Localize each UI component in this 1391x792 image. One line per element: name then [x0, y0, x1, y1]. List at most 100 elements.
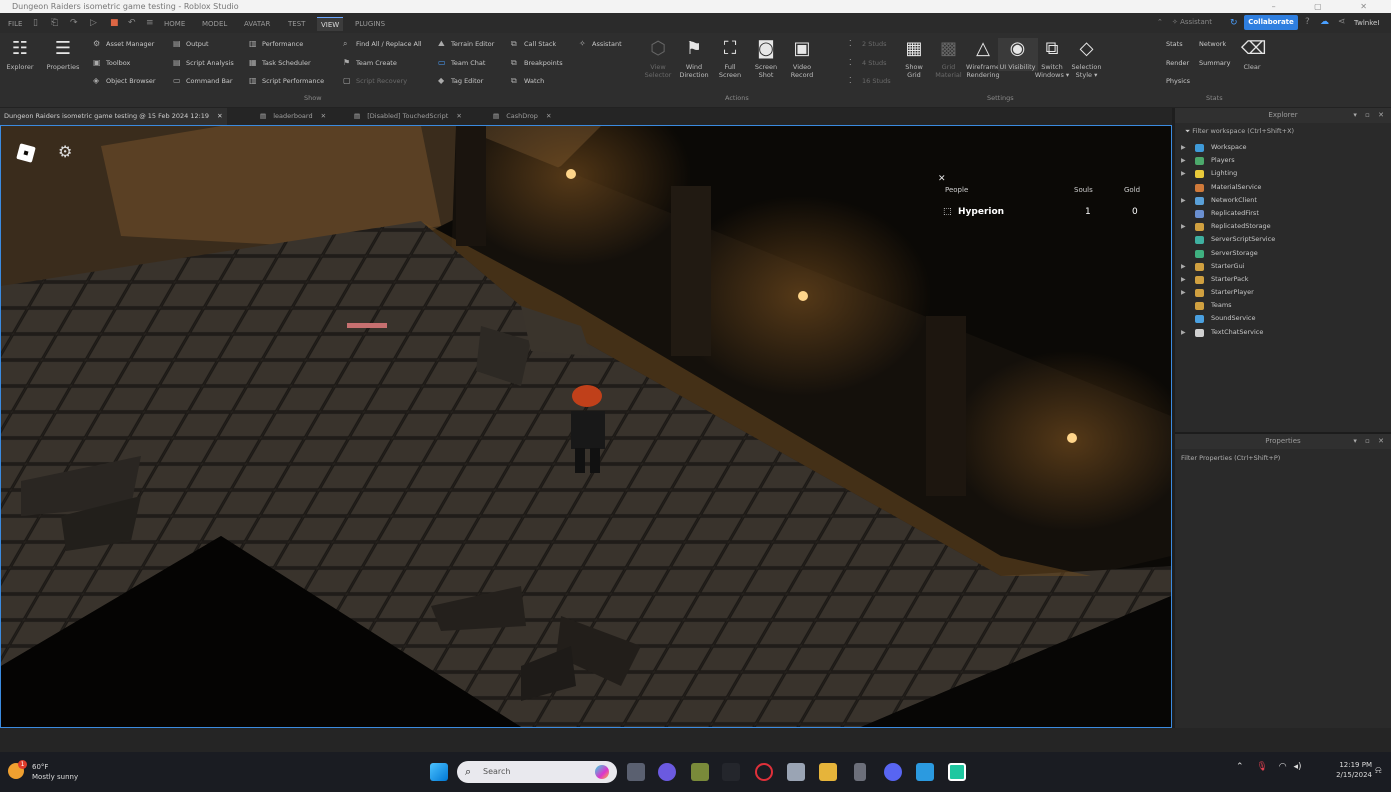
explorer-item[interactable]: ▶ TextChatService	[1175, 326, 1391, 339]
toolbox-button[interactable]: ▣ Toolbox	[93, 57, 130, 69]
chevron-up-icon[interactable]: ⌃	[1236, 762, 1244, 772]
find-replace-button[interactable]: ⌕ Find All / Replace All	[343, 38, 422, 50]
minecraft-icon[interactable]	[691, 763, 709, 781]
stop-icon[interactable]: ■	[110, 18, 119, 28]
tab-touched-script[interactable]: ▤ [Disabled] TouchedScript ✕	[350, 108, 466, 125]
assistant-menu[interactable]: ✧ Assistant	[1172, 18, 1212, 26]
performance-button[interactable]: ▥ Performance	[249, 38, 303, 50]
explorer-item[interactable]: ▶ Lighting	[1175, 167, 1391, 180]
tab-home[interactable]: HOME	[160, 17, 189, 31]
close-icon[interactable]: ✕	[546, 112, 551, 120]
cloud-icon[interactable]: ☁	[1320, 17, 1329, 27]
expand-arrow-icon[interactable]: ▶	[1181, 154, 1186, 167]
tab-cashdrop-script[interactable]: ▤ CashDrop ✕	[489, 108, 555, 125]
stats-button[interactable]: Stats	[1166, 38, 1183, 50]
share-icon[interactable]: ⋖	[1338, 17, 1346, 27]
redo-icon[interactable]: ↷	[70, 18, 78, 28]
output-button[interactable]: ▤ Output	[173, 38, 209, 50]
render-button[interactable]: Render	[1166, 57, 1189, 69]
wifi-icon[interactable]: ◠	[1279, 762, 1287, 772]
window-controls[interactable]: – ▢ ✕	[1272, 0, 1385, 13]
explorer-button[interactable]: ☷ Explorer	[3, 38, 37, 71]
actions-button-0[interactable]: ⬡ View Selector	[638, 38, 678, 79]
tab-test[interactable]: TEST	[284, 17, 309, 31]
expand-arrow-icon[interactable]: ▶	[1181, 167, 1186, 180]
clear-button[interactable]: ⌫ Clear	[1236, 38, 1268, 71]
more-icon[interactable]: ≡	[146, 18, 154, 28]
explorer-filter-input[interactable]: ⏷ Filter workspace (Ctrl+Shift+X)	[1185, 127, 1294, 136]
actions-button-1[interactable]: ⚑ Wind Direction	[674, 38, 714, 79]
camera-settings-icon[interactable]: ⚙	[58, 143, 76, 161]
script-recovery-button[interactable]: ▢ Script Recovery	[343, 75, 407, 87]
tab-plugins[interactable]: PLUGINS	[351, 17, 389, 31]
panel-controls[interactable]: ▾ ▫ ✕	[1353, 108, 1387, 123]
weather-widget[interactable]: 1 60°F Mostly sunny	[8, 760, 98, 785]
physics-button[interactable]: Physics	[1166, 75, 1190, 87]
tab-game-document[interactable]: Dungeon Raiders isometric game testing @…	[0, 108, 227, 125]
volume-icon[interactable]: ◂)	[1293, 762, 1301, 772]
call-stack-button[interactable]: ⧉ Call Stack	[511, 38, 556, 50]
start-windows-icon[interactable]	[430, 763, 448, 781]
explorer-item[interactable]: ServerScriptService	[1175, 233, 1391, 246]
mic-icon[interactable]: 🎙︎	[1256, 762, 1267, 772]
explorer-item[interactable]: ReplicatedFirst	[1175, 207, 1391, 220]
settings-button-5[interactable]: ◇ Selection Style ▾	[1067, 38, 1107, 79]
app-blue-icon[interactable]	[916, 763, 934, 781]
close-icon[interactable]: ✕	[938, 174, 946, 184]
task-view-icon[interactable]	[627, 763, 645, 781]
studs-2-button[interactable]: ⁚ 2 Studs	[849, 38, 887, 50]
properties-filter-input[interactable]: Filter Properties (Ctrl+Shift+P)	[1181, 454, 1280, 462]
explorer-item[interactable]: ▶ StarterGui	[1175, 260, 1391, 273]
tag-editor-button[interactable]: ◆ Tag Editor	[438, 75, 483, 87]
properties-button[interactable]: ☰ Properties	[43, 38, 83, 71]
app-icon[interactable]	[722, 763, 740, 781]
refresh-icon[interactable]: ↻	[1230, 18, 1238, 28]
studs-16-button[interactable]: ⁚ 16 Studs	[849, 75, 891, 87]
team-create-button[interactable]: ⚑ Team Create	[343, 57, 397, 69]
expand-arrow-icon[interactable]: ▶	[1181, 326, 1186, 339]
explorer-item[interactable]: ▶ Players	[1175, 154, 1391, 167]
studs-4-button[interactable]: ⁚ 4 Studs	[849, 57, 887, 69]
collapse-ribbon-icon[interactable]: ⌃	[1157, 18, 1163, 26]
summary-button[interactable]: Summary	[1199, 57, 1230, 69]
explorer-item[interactable]: ▶ Workspace	[1175, 141, 1391, 154]
script-performance-button[interactable]: ▥ Script Performance	[249, 75, 324, 87]
script-analysis-button[interactable]: ▤ Script Analysis	[173, 57, 234, 69]
expand-arrow-icon[interactable]: ▶	[1181, 220, 1186, 233]
actions-button-4[interactable]: ▣ Video Record	[782, 38, 822, 79]
assistant-button[interactable]: ✧ Assistant	[579, 38, 622, 50]
explorer-item[interactable]: ServerStorage	[1175, 247, 1391, 260]
discord-icon[interactable]	[884, 763, 902, 781]
terrain-editor-button[interactable]: ⛰ Terrain Editor	[438, 38, 494, 50]
explorer-item[interactable]: Teams	[1175, 299, 1391, 312]
expand-arrow-icon[interactable]: ▶	[1181, 194, 1186, 207]
opera-icon[interactable]	[755, 763, 773, 781]
panel-controls[interactable]: ▾ ▫ ✕	[1353, 434, 1387, 449]
explorer-item[interactable]: MaterialService	[1175, 181, 1391, 194]
explorer-item[interactable]: SoundService	[1175, 312, 1391, 325]
close-icon[interactable]: ✕	[321, 112, 326, 120]
breakpoints-button[interactable]: ⧉ Breakpoints	[511, 57, 563, 69]
actions-button-3[interactable]: ◙ Screen Shot	[746, 38, 786, 79]
expand-arrow-icon[interactable]: ▶	[1181, 273, 1186, 286]
system-tray[interactable]: ⌃ 🎙︎ ◠ ◂)	[1236, 762, 1302, 772]
network-button[interactable]: Network	[1199, 38, 1226, 50]
tab-model[interactable]: MODEL	[198, 17, 231, 31]
tab-view[interactable]: VIEW	[317, 17, 344, 31]
clock[interactable]: 12:19 PM 2/15/2024	[1322, 760, 1372, 780]
file-explorer-icon[interactable]	[819, 763, 837, 781]
object-browser-button[interactable]: ◈ Object Browser	[93, 75, 156, 87]
play-icon[interactable]: ▷	[90, 18, 97, 28]
expand-arrow-icon[interactable]: ▶	[1181, 286, 1186, 299]
explorer-item[interactable]: ▶ StarterPlayer	[1175, 286, 1391, 299]
teams-chat-icon[interactable]	[658, 763, 676, 781]
app-window-icon[interactable]	[787, 763, 805, 781]
roblox-studio-icon[interactable]	[948, 763, 966, 781]
asset-manager-button[interactable]: ⚙ Asset Manager	[93, 38, 154, 50]
open-icon[interactable]: ⎗	[51, 18, 58, 28]
explorer-item[interactable]: ▶ NetworkClient	[1175, 194, 1391, 207]
user-name[interactable]: TwlnkeI	[1354, 19, 1379, 27]
game-viewport[interactable]: ⚙ ✕ People Souls Gold ⬚ Hyperion 1 0	[0, 125, 1172, 728]
help-icon[interactable]: ?	[1305, 17, 1310, 27]
task-scheduler-button[interactable]: ▦ Task Scheduler	[249, 57, 311, 69]
